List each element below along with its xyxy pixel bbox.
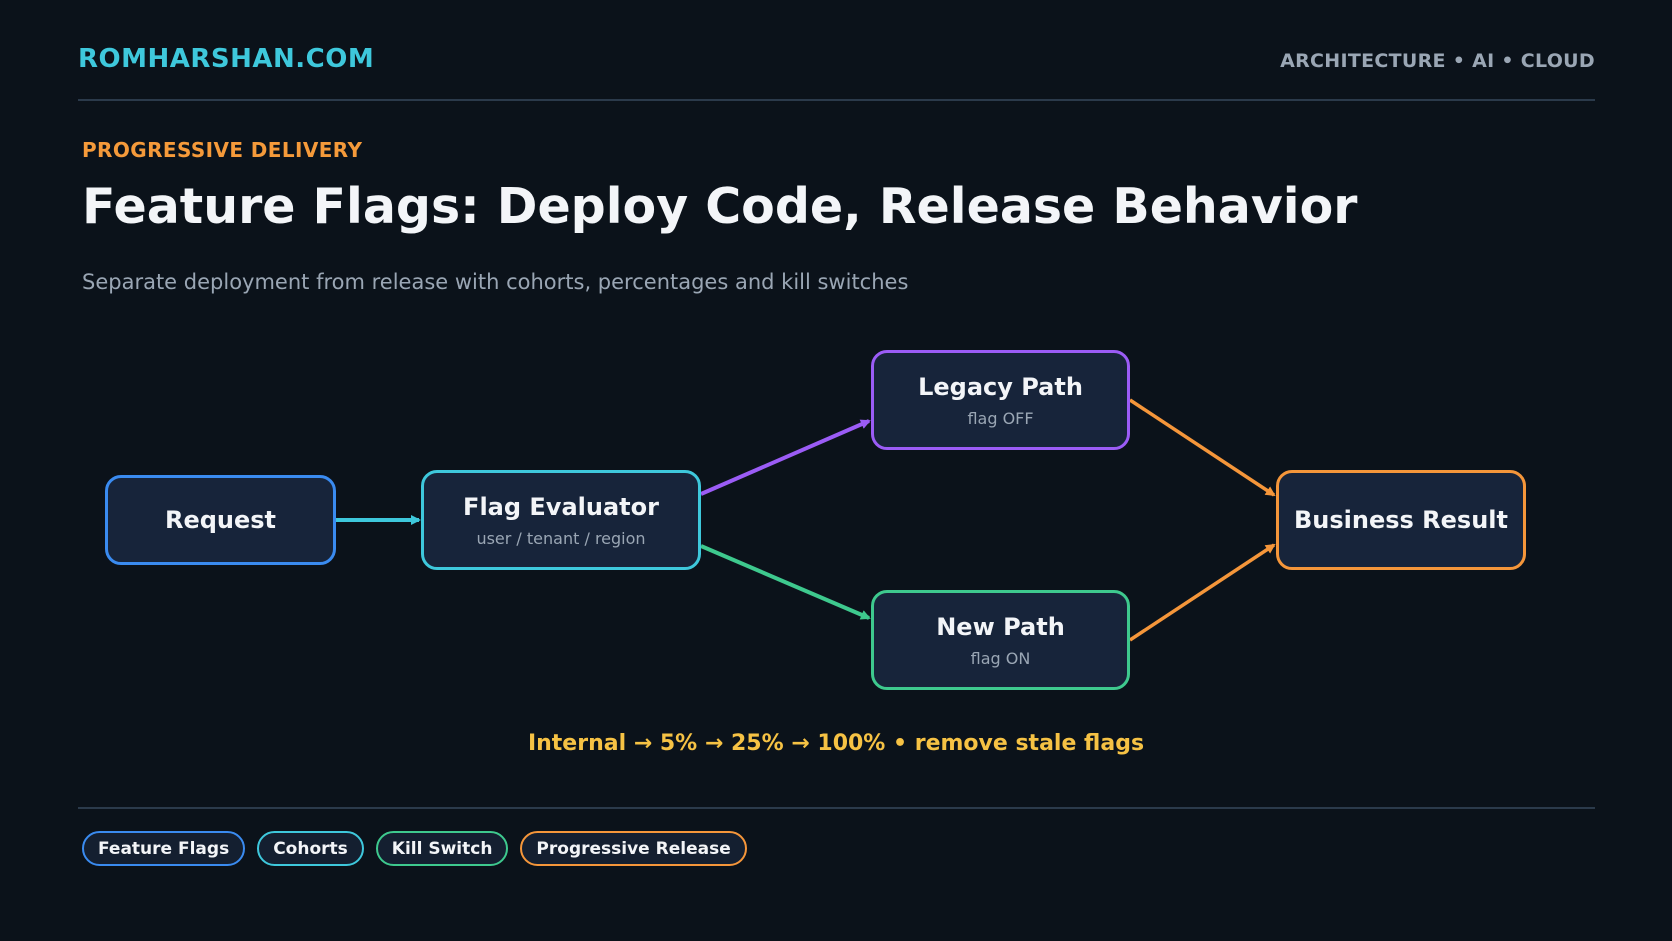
node-new-path-label: New Path — [936, 612, 1065, 641]
tag-list: Feature Flags Cohorts Kill Switch Progre… — [82, 831, 747, 866]
footer-divider — [78, 807, 1595, 809]
node-legacy-path-sub: flag OFF — [967, 408, 1034, 428]
node-legacy-path: Legacy Path flag OFF — [871, 350, 1130, 450]
node-new-path: New Path flag ON — [871, 590, 1130, 690]
node-business-result: Business Result — [1276, 470, 1526, 570]
node-flag-evaluator: Flag Evaluator user / tenant / region — [421, 470, 701, 570]
arrow-evaluator-to-new-path — [700, 544, 871, 620]
node-flag-evaluator-sub: user / tenant / region — [476, 528, 646, 548]
node-flag-evaluator-label: Flag Evaluator — [463, 492, 659, 521]
tag-chip[interactable]: Feature Flags — [82, 831, 246, 866]
arrow-legacy-to-result — [1129, 398, 1276, 497]
rollout-note: Internal → 5% → 25% → 100% • remove stal… — [527, 731, 1145, 756]
node-request-label: Request — [164, 506, 277, 534]
arrow-evaluator-to-legacy — [700, 419, 871, 496]
node-new-path-sub: flag ON — [970, 648, 1031, 668]
tag-chip[interactable]: Cohorts — [257, 831, 364, 866]
node-legacy-path-label: Legacy Path — [918, 372, 1083, 401]
tag-chip[interactable]: Progressive Release — [520, 831, 747, 866]
node-request: Request — [105, 475, 336, 565]
tag-chip[interactable]: Kill Switch — [375, 831, 509, 866]
node-business-result-label: Business Result — [1293, 506, 1508, 534]
arrow-new-path-to-result — [1129, 543, 1276, 642]
